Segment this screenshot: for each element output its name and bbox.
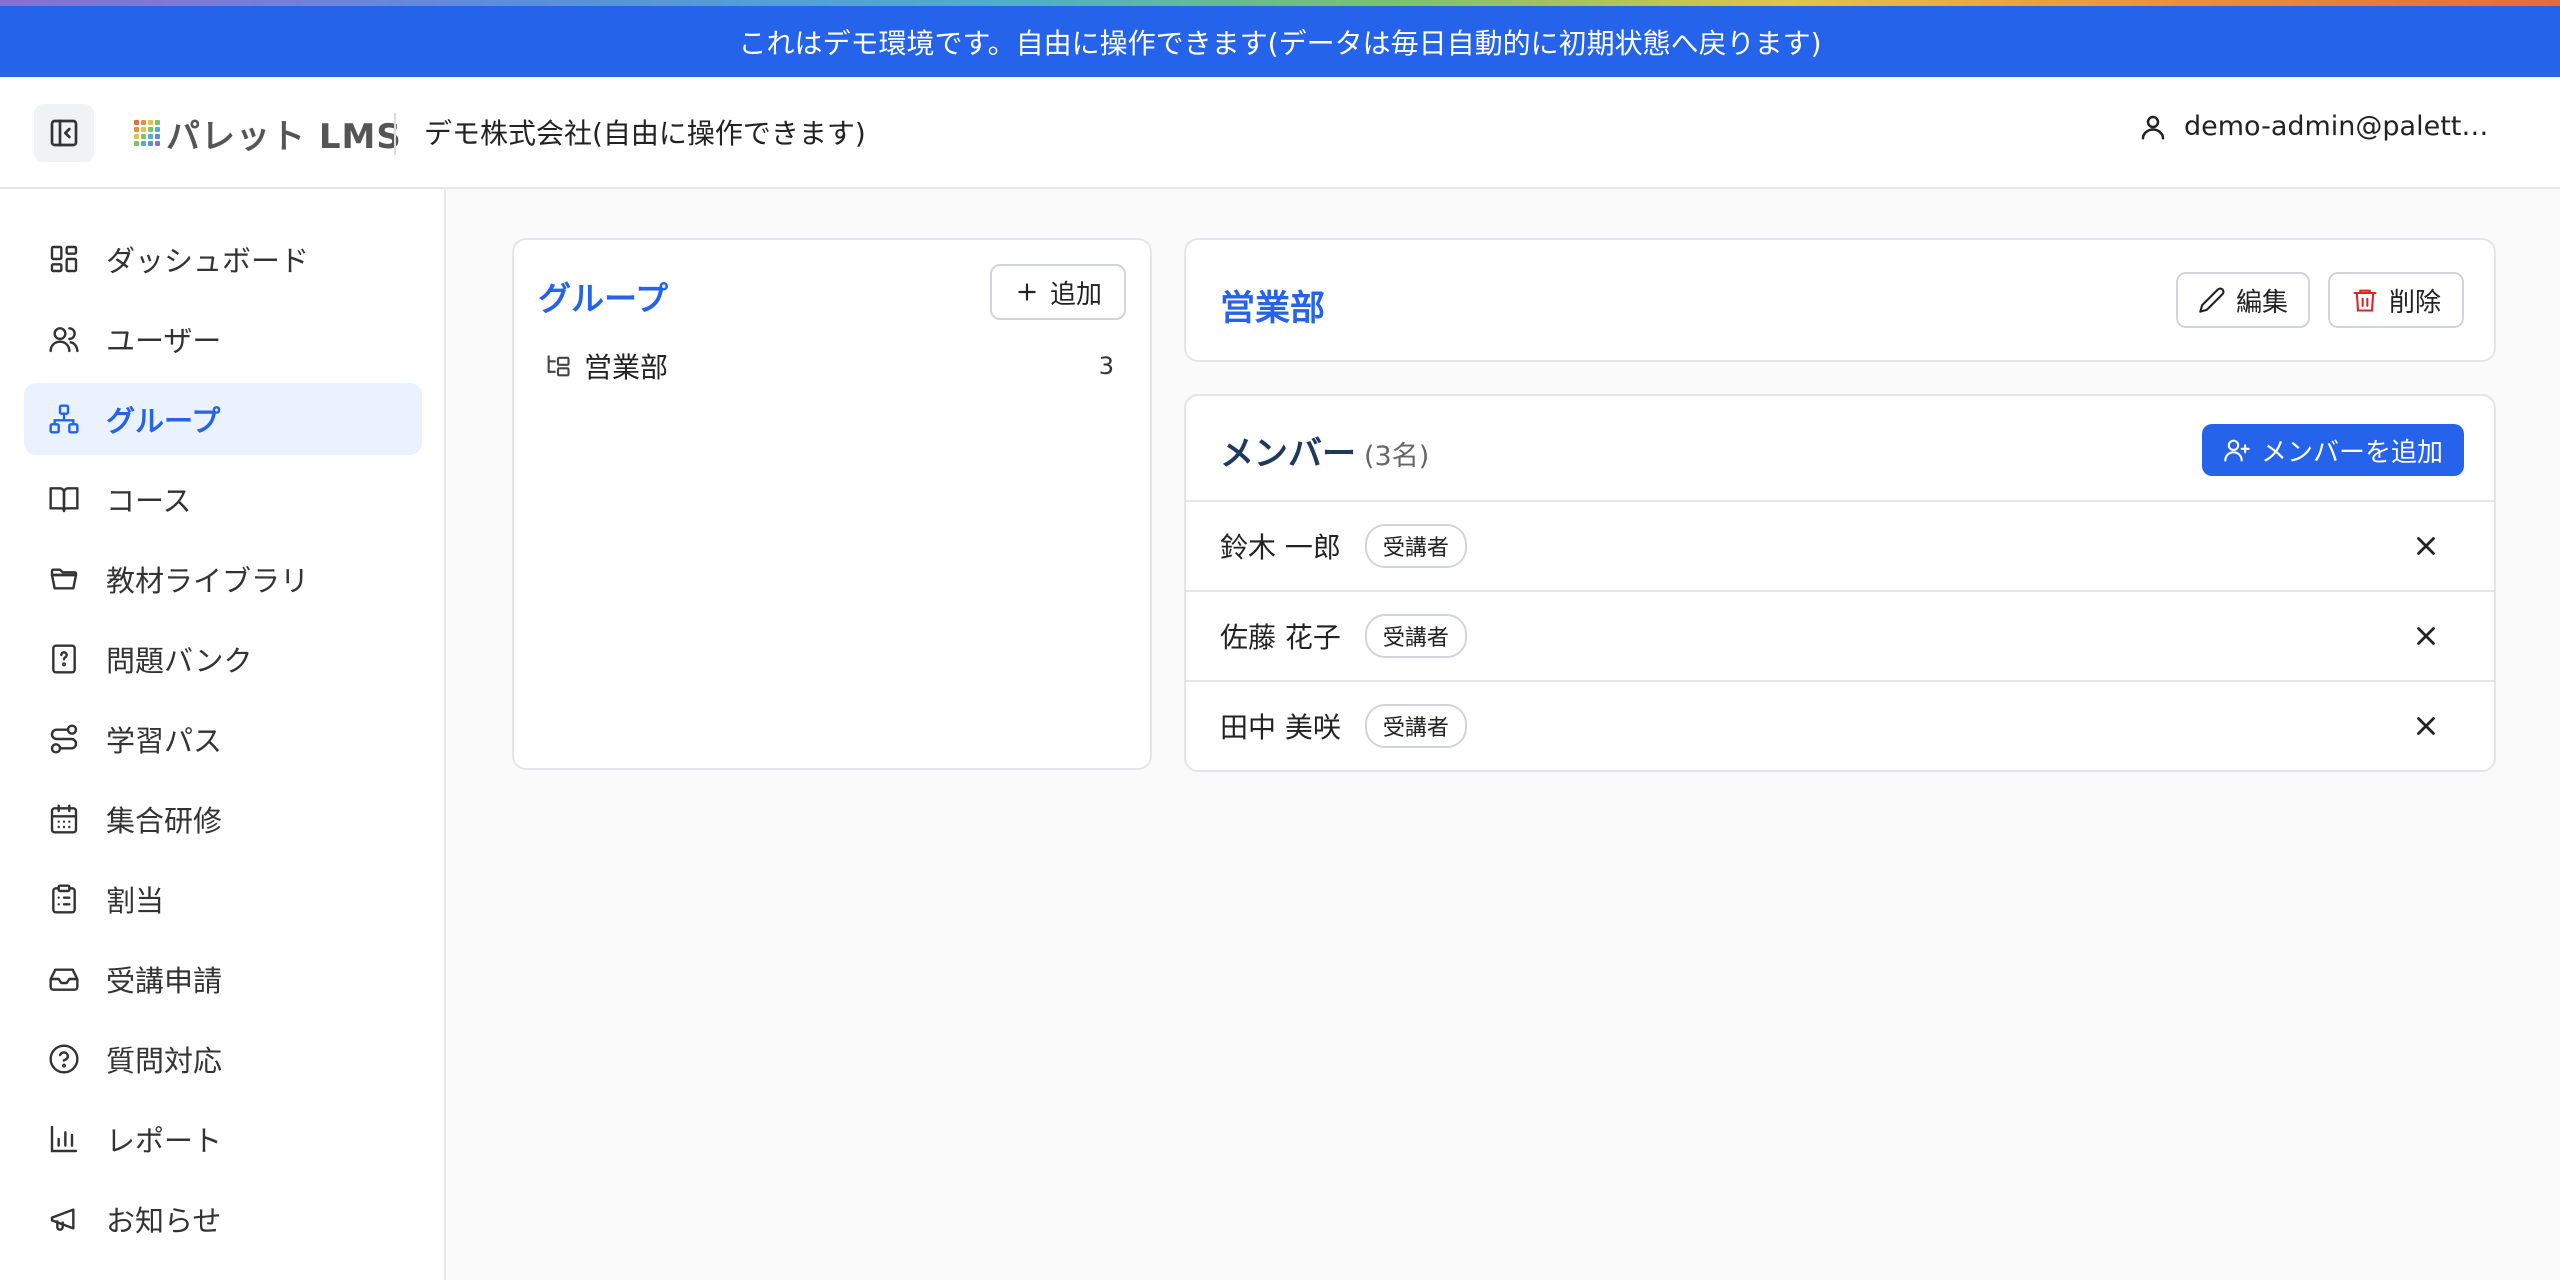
group-list-card: グループ 追加 営業部 3 <box>512 238 1152 770</box>
sidebar-item-label: レポート <box>106 1124 223 1158</box>
demo-banner: これはデモ環境です。自由に操作できます(データは毎日自動的に初期状態へ戻ります) <box>0 6 2560 77</box>
sidebar-item-dashboard[interactable]: ダッシュボード <box>24 223 422 295</box>
sidebar-item-training[interactable]: 集合研修 <box>24 783 422 855</box>
org-name: デモ株式会社(自由に操作できます) <box>424 117 866 150</box>
remove-member-button[interactable] <box>2406 616 2446 656</box>
sidebar-item-assignment[interactable]: 割当 <box>24 863 422 935</box>
calendar-icon <box>50 804 78 834</box>
member-name: 鈴木 一郎 <box>1220 531 1341 564</box>
members-count: (3名) <box>1364 441 1430 472</box>
sidebar-toggle-button[interactable] <box>34 104 94 162</box>
user-icon <box>2141 115 2165 139</box>
file-question-icon <box>52 644 76 674</box>
plus-icon <box>1018 283 1036 301</box>
sidebar-item-question-bank[interactable]: 問題バンク <box>24 623 422 695</box>
member-row: 佐藤 花子 受講者 <box>1186 590 2494 680</box>
role-badge: 受講者 <box>1364 614 1467 658</box>
members-header: メンバー (3名) <box>1220 426 1429 475</box>
route-icon <box>50 724 78 754</box>
book-icon <box>49 487 79 513</box>
help-circle-icon <box>49 1044 79 1074</box>
bar-chart-icon <box>50 1125 78 1153</box>
inbox-icon <box>49 968 79 991</box>
user-plus-icon <box>2224 439 2250 462</box>
folder-tree-icon <box>547 355 570 377</box>
remove-member-button[interactable] <box>2406 706 2446 746</box>
user-menu[interactable]: demo-admin@palette.e… <box>2138 111 2504 142</box>
folder-icon <box>50 568 78 590</box>
sidebar-item-label: 学習パス <box>106 724 223 758</box>
dashboard-icon <box>50 245 78 273</box>
sidebar-item-announcements[interactable]: お知らせ <box>24 1183 422 1255</box>
sidebar-item-reports[interactable]: レポート <box>24 1103 422 1175</box>
header-divider <box>394 113 396 155</box>
clipboard-icon <box>52 884 76 914</box>
sidebar-item-label: ユーザー <box>106 324 222 358</box>
group-tree-item[interactable]: 営業部 3 <box>544 340 1124 392</box>
users-icon <box>49 327 79 353</box>
add-group-button[interactable]: 追加 <box>990 264 1126 320</box>
group-detail-card: 営業部 編集 削除 <box>1184 238 2496 362</box>
role-badge: 受講者 <box>1364 524 1467 568</box>
sidebar: ダッシュボード ユーザー グループ コース 教材ライブラリ 問題バンク 学習パス… <box>0 189 446 1280</box>
member-name: 佐藤 花子 <box>1220 621 1341 654</box>
sidebar-item-label: 質問対応 <box>106 1044 223 1078</box>
sidebar-item-label: ダッシュボード <box>106 244 310 278</box>
delete-label: 削除 <box>2388 287 2441 318</box>
sidebar-item-label: 受講申請 <box>106 964 223 998</box>
edit-button[interactable]: 編集 <box>2176 272 2310 328</box>
role-badge: 受講者 <box>1364 704 1467 748</box>
sidebar-item-questions[interactable]: 質問対応 <box>24 1023 422 1095</box>
trash-icon <box>2353 289 2377 312</box>
app-header: パレット LMS デモ株式会社(自由に操作できます) demo-admin@pa… <box>0 77 2560 189</box>
sidebar-item-learning-path[interactable]: 学習パス <box>24 703 422 775</box>
members-card: メンバー (3名) メンバーを追加 鈴木 一郎 受講者 佐藤 花子 受講者 田中… <box>1184 394 2496 772</box>
group-detail-title: 営業部 <box>1220 289 1326 329</box>
add-group-label: 追加 <box>1049 279 1102 310</box>
sidebar-item-label: 割当 <box>106 884 165 918</box>
close-icon <box>2417 717 2435 735</box>
close-icon <box>2417 627 2435 645</box>
delete-button[interactable]: 削除 <box>2328 272 2464 328</box>
sidebar-item-label: 問題バンク <box>106 644 253 678</box>
sidebar-item-label: 教材ライブラリ <box>106 564 310 598</box>
members-title: メンバー <box>1220 434 1356 474</box>
group-member-count: 3 <box>1098 352 1114 380</box>
sidebar-item-label: お知らせ <box>106 1204 222 1238</box>
close-icon <box>2417 537 2435 555</box>
sidebar-item-label: コース <box>106 484 192 518</box>
member-name: 田中 美咲 <box>1220 711 1341 744</box>
logo-text: パレット LMS <box>166 116 402 157</box>
member-row: 鈴木 一郎 受講者 <box>1186 500 2494 590</box>
sidebar-item-label: 集合研修 <box>106 804 223 838</box>
sidebar-item-applications[interactable]: 受講申請 <box>24 943 422 1015</box>
group-tree-label: 営業部 <box>584 351 669 384</box>
user-email: demo-admin@palette.e… <box>2184 111 2504 142</box>
panel-left-close-icon <box>50 119 78 147</box>
app-logo[interactable]: パレット LMS <box>134 111 402 157</box>
sidebar-item-label: グループ <box>106 404 221 438</box>
sidebar-item-users[interactable]: ユーザー <box>24 303 422 375</box>
megaphone-icon <box>50 1208 75 1231</box>
demo-banner-text: これはデモ環境です。自由に操作できます(データは毎日自動的に初期状態へ戻ります) <box>738 26 1822 60</box>
sidebar-item-courses[interactable]: コース <box>24 463 422 535</box>
network-icon <box>49 404 79 434</box>
sidebar-item-library[interactable]: 教材ライブラリ <box>24 543 422 615</box>
pencil-icon <box>2199 287 2225 313</box>
add-member-button[interactable]: メンバーを追加 <box>2202 424 2464 476</box>
edit-label: 編集 <box>2235 287 2288 318</box>
sidebar-item-groups[interactable]: グループ <box>24 383 422 455</box>
logo-mark-icon <box>134 120 160 146</box>
add-member-label: メンバーを追加 <box>2260 437 2443 468</box>
group-list-title: グループ <box>538 279 669 318</box>
remove-member-button[interactable] <box>2406 526 2446 566</box>
member-row: 田中 美咲 受講者 <box>1186 680 2494 770</box>
